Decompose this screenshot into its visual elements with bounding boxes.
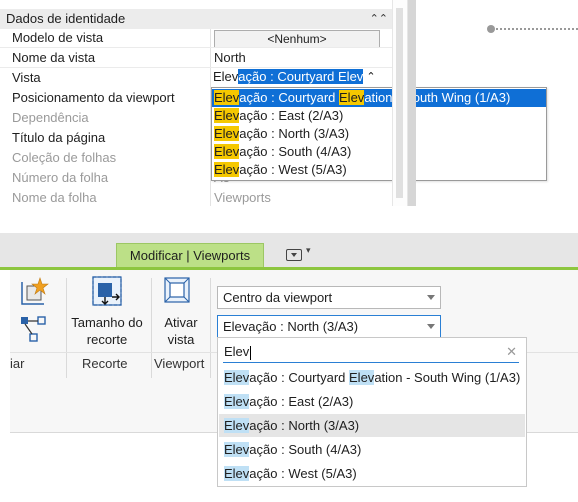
canvas-dotted-line xyxy=(496,28,578,30)
view-field-text-selected: ação : Courtyard Elev xyxy=(238,69,364,84)
panel-separator xyxy=(210,278,211,378)
clear-search-icon[interactable]: ✕ xyxy=(506,342,517,362)
activate-view-label-line2: vista xyxy=(167,332,195,347)
view-field-text-unselected: Elev xyxy=(213,69,239,84)
prop-row-view-name: Nome da vista North xyxy=(0,48,392,68)
tab-modify-viewports[interactable]: Modificar | Viewports xyxy=(116,243,264,268)
scrollbar-thumb[interactable] xyxy=(396,8,403,198)
chevron-down-icon[interactable] xyxy=(427,295,435,300)
prop-label: Vista xyxy=(12,70,41,85)
dropdown-option-north[interactable]: Elevação : North (3/A3) xyxy=(212,125,546,143)
search-result-south[interactable]: Elevação : South (4/A3) xyxy=(219,438,525,461)
view-select-value: Elevação : North (3/A3) xyxy=(223,319,359,334)
view-search-dropdown: Elev ✕ Elevação : Courtyard Elevation - … xyxy=(217,337,527,487)
dropdown-option-east[interactable]: Elevação : East (2/A3) xyxy=(212,107,546,125)
prop-label: Posicionamento da viewport xyxy=(12,90,175,105)
canvas-grip-point[interactable] xyxy=(487,25,495,33)
resize-crop-label-line1: Tamanho do xyxy=(71,315,143,330)
properties-scrollbar[interactable] xyxy=(392,0,408,206)
prop-label: Nome da vista xyxy=(12,50,96,65)
collapse-chevron-up-icon[interactable]: ⌃⌃ xyxy=(370,9,388,29)
viewport-position-select[interactable]: Centro da viewport xyxy=(217,286,441,309)
prop-label: Nome da folha xyxy=(12,190,97,205)
prop-label: Modelo de vista xyxy=(12,30,104,45)
view-search-input[interactable]: Elev ✕ xyxy=(223,342,519,363)
prop-label: Coleção de folhas xyxy=(12,150,117,165)
panel-label-create: iar xyxy=(10,356,25,371)
view-name-value[interactable]: North xyxy=(214,48,246,68)
chevron-down-icon[interactable] xyxy=(427,324,435,329)
dropdown-option-courtyard[interactable]: Elevação : Courtyard Elevation - South W… xyxy=(212,89,546,107)
chevron-down-icon[interactable]: ▾ xyxy=(306,245,311,256)
search-result-east[interactable]: Elevação : East (2/A3) xyxy=(219,390,525,413)
view-dropdown-list: Elevação : Courtyard Elevation - South W… xyxy=(211,87,547,181)
search-result-west[interactable]: Elevação : West (5/A3) xyxy=(219,462,525,485)
activate-view-label-line1: Ativar xyxy=(164,315,198,330)
panel-label-crop: Recorte xyxy=(82,356,128,371)
text-caret xyxy=(250,345,252,360)
ribbon-tab-bar: Modificar | Viewports ▾ xyxy=(0,233,578,268)
search-result-courtyard[interactable]: Elevação : Courtyard Elevation - South W… xyxy=(219,366,525,389)
prop-label: Título da página xyxy=(12,130,106,145)
prop-label: Dependência xyxy=(12,110,89,125)
activate-view-button[interactable]: Ativar vista xyxy=(154,314,208,348)
panel-label-viewport: Viewport xyxy=(154,356,205,371)
resize-crop-label-line2: recorte xyxy=(86,332,128,347)
group-header-identity[interactable]: Dados de identidade ⌃⌃ xyxy=(0,9,392,29)
viewport-position-value: Centro da viewport xyxy=(223,290,333,305)
sheet-name-value: Viewports xyxy=(214,190,271,205)
dropdown-option-south[interactable]: Elevação : South (4/A3) xyxy=(212,143,546,161)
view-select[interactable]: Elevação : North (3/A3) xyxy=(217,315,441,338)
quick-access-dropdown-icon[interactable] xyxy=(286,249,302,261)
search-text: Elev xyxy=(224,344,250,359)
prop-row-sheet-name: Nome da folha Viewports xyxy=(0,188,392,206)
resize-crop-button[interactable]: Tamanho do recorte xyxy=(66,314,148,348)
activate-view-icon[interactable] xyxy=(163,276,191,304)
resize-crop-icon[interactable] xyxy=(90,274,124,308)
view-dropdown-field[interactable]: Elevação : Courtyard Elev ⌃ xyxy=(213,68,378,86)
search-result-north[interactable]: Elevação : North (3/A3) xyxy=(219,414,525,437)
network-icon[interactable] xyxy=(18,314,48,344)
prop-label: Número da folha xyxy=(12,170,109,185)
dropdown-option-west[interactable]: Elevação : West (5/A3) xyxy=(212,161,546,179)
dropdown-chevron-up-icon[interactable]: ⌃ xyxy=(364,68,378,86)
group-title: Dados de identidade xyxy=(6,11,126,26)
panel-separator xyxy=(151,278,152,378)
view-template-button[interactable]: <Nenhum> xyxy=(214,30,380,48)
panel-splitter[interactable] xyxy=(408,0,416,206)
create-view-icon[interactable] xyxy=(18,276,50,308)
